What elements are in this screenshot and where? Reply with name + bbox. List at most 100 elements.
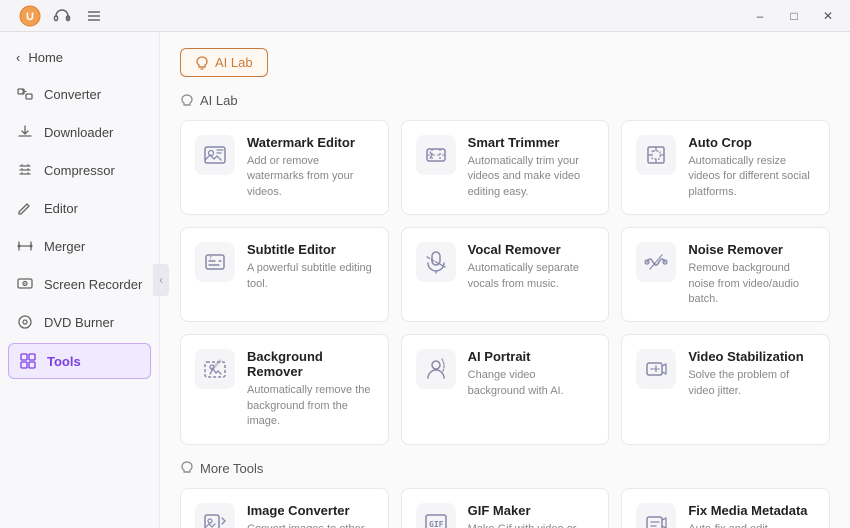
noise-remover-text: Noise Remover Remove background noise fr… [688,242,815,307]
tab-ai-lab-label: AI Lab [215,55,253,70]
auto-crop-text: Auto Crop Automatically resize videos fo… [688,135,815,200]
card-image-converter[interactable]: Image Converter Convert images to other … [180,488,389,528]
downloader-label: Downloader [44,125,113,140]
background-remover-text: Background Remover Automatically remove … [247,349,374,429]
title-bar-icons: U [16,5,108,27]
background-remover-desc: Automatically remove the background from… [247,383,374,429]
ai-lab-section-icon [180,94,194,108]
ai-lab-tab-icon [195,56,209,70]
more-tools-section-icon [180,461,194,475]
downloader-icon [16,123,34,141]
dvd-burner-label: DVD Burner [44,315,114,330]
editor-label: Editor [44,201,78,216]
card-auto-crop[interactable]: Auto Crop Automatically resize videos fo… [621,120,830,215]
ai-portrait-icon [416,349,456,389]
card-ai-portrait[interactable]: AI Portrait Change video background with… [401,334,610,444]
menu-icon[interactable] [80,5,108,27]
vocal-remover-icon [416,242,456,282]
back-icon: ‹ [16,50,20,65]
subtitle-editor-title: Subtitle Editor [247,242,374,257]
background-remover-icon [195,349,235,389]
subtitle-editor-text: Subtitle Editor A powerful subtitle edit… [247,242,374,307]
card-watermark-editor[interactable]: Watermark Editor Add or remove watermark… [180,120,389,215]
sidebar-item-screen-recorder[interactable]: Screen Recorder [0,265,159,303]
more-tools-section-label: More Tools [180,461,830,476]
compressor-icon [16,161,34,179]
more-tools-section-text: More Tools [200,461,263,476]
sidebar-item-converter[interactable]: Converter [0,75,159,113]
sidebar-item-compressor[interactable]: Compressor [0,151,159,189]
card-smart-trimmer[interactable]: Smart Trimmer Automatically trim your vi… [401,120,610,215]
card-fix-media-metadata[interactable]: Fix Media Metadata Auto-fix and edit met… [621,488,830,528]
ai-lab-section-label: AI Lab [180,93,830,108]
sidebar-item-editor[interactable]: Editor [0,189,159,227]
ai-portrait-desc: Change video background with AI. [468,368,595,399]
minimize-button[interactable]: – [746,5,774,27]
image-converter-desc: Convert images to other formats. [247,522,374,528]
background-remover-title: Background Remover [247,349,374,379]
vocal-remover-text: Vocal Remover Automatically separate voc… [468,242,595,307]
auto-crop-icon [636,135,676,175]
fix-media-metadata-text: Fix Media Metadata Auto-fix and edit met… [688,503,815,528]
main-content: AI Lab AI Lab [160,32,850,528]
tab-ai-lab[interactable]: AI Lab [180,48,268,77]
more-tools-cards-grid: Image Converter Convert images to other … [180,488,830,528]
collapse-sidebar-handle[interactable]: ‹ [153,264,169,296]
fix-media-metadata-title: Fix Media Metadata [688,503,815,518]
svg-text:U: U [26,11,34,23]
subtitle-editor-icon: T [195,242,235,282]
sidebar-back[interactable]: ‹ Home [0,40,159,75]
tools-icon [19,352,37,370]
dvd-burner-icon [16,313,34,331]
vocal-remover-desc: Automatically separate vocals from music… [468,261,595,292]
smart-trimmer-icon [416,135,456,175]
close-button[interactable]: ✕ [814,5,842,27]
image-converter-title: Image Converter [247,503,374,518]
headset-icon[interactable] [48,5,76,27]
gif-maker-text: GIF Maker Make Gif with video or photos. [468,503,595,528]
noise-remover-title: Noise Remover [688,242,815,257]
video-stabilization-icon [636,349,676,389]
video-stabilization-text: Video Stabilization Solve the problem of… [688,349,815,429]
gif-maker-title: GIF Maker [468,503,595,518]
tools-label: Tools [47,354,81,369]
noise-remover-desc: Remove background noise from video/audio… [688,261,815,307]
editor-icon [16,199,34,217]
sidebar: ‹ Home Converter Downloader [0,32,160,528]
card-subtitle-editor[interactable]: T Subtitle Editor A powerful subtitle ed… [180,227,389,322]
card-background-remover[interactable]: Background Remover Automatically remove … [180,334,389,444]
sidebar-item-dvd-burner[interactable]: DVD Burner [0,303,159,341]
sidebar-item-merger[interactable]: Merger [0,227,159,265]
ai-lab-cards-grid: Watermark Editor Add or remove watermark… [180,120,830,445]
auto-crop-title: Auto Crop [688,135,815,150]
ai-portrait-title: AI Portrait [468,349,595,364]
card-noise-remover[interactable]: Noise Remover Remove background noise fr… [621,227,830,322]
gif-maker-desc: Make Gif with video or photos. [468,522,595,528]
compressor-label: Compressor [44,163,115,178]
ai-lab-section-text: AI Lab [200,93,238,108]
card-video-stabilization[interactable]: Video Stabilization Solve the problem of… [621,334,830,444]
card-gif-maker[interactable]: GIF GIF Maker Make Gif with video or pho… [401,488,610,528]
maximize-button[interactable]: □ [780,5,808,27]
svg-text:GIF: GIF [429,520,444,528]
tab-bar: AI Lab [180,48,830,77]
subtitle-editor-desc: A powerful subtitle editing tool. [247,261,374,292]
sidebar-item-tools[interactable]: Tools [8,343,151,379]
app-body: ‹ Home Converter Downloader [0,32,850,528]
screen-recorder-label: Screen Recorder [44,277,142,292]
auto-crop-desc: Automatically resize videos for differen… [688,154,815,200]
avatar-icon[interactable]: U [16,5,44,27]
image-converter-icon [195,503,235,528]
card-vocal-remover[interactable]: Vocal Remover Automatically separate voc… [401,227,610,322]
sidebar-item-downloader[interactable]: Downloader [0,113,159,151]
watermark-editor-text: Watermark Editor Add or remove watermark… [247,135,374,200]
merger-label: Merger [44,239,85,254]
converter-icon [16,85,34,103]
merger-icon [16,237,34,255]
ai-portrait-text: AI Portrait Change video background with… [468,349,595,429]
sidebar-home-label: Home [28,50,63,65]
watermark-editor-icon [195,135,235,175]
screen-recorder-icon [16,275,34,293]
fix-media-metadata-desc: Auto-fix and edit metadate of media file… [688,522,815,528]
vocal-remover-title: Vocal Remover [468,242,595,257]
